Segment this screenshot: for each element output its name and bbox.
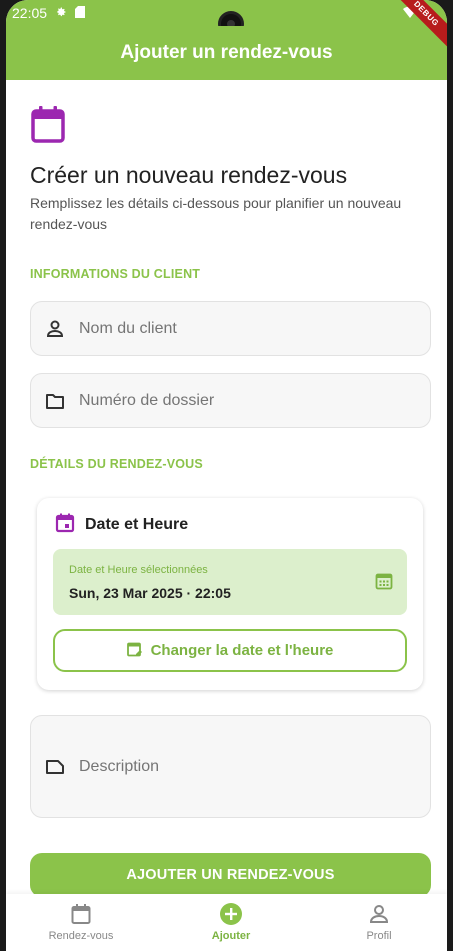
bottom-navigation: Rendez-vous Ajouter Profil — [6, 894, 447, 951]
settings-status-icon — [55, 6, 67, 21]
selected-datetime-label: Date et Heure sélectionnées — [69, 564, 208, 576]
nav-label-profile: Profil — [366, 930, 392, 942]
app-bar-title: Ajouter un rendez-vous — [120, 42, 333, 63]
nav-item-profile[interactable]: Profil — [319, 902, 439, 942]
phone-screen: 22:05 DEBUG Ajouter un rendez-vous Créer… — [6, 0, 447, 951]
description-field[interactable] — [30, 715, 431, 818]
event-icon — [55, 513, 75, 538]
status-time: 22:05 — [12, 5, 48, 21]
datetime-card: Date et Heure Date et Heure sélectionnée… — [37, 498, 423, 690]
calendar-icon — [21, 902, 141, 926]
folder-icon — [45, 391, 65, 411]
selected-datetime-value: Sun, 23 Mar 2025 · 22:05 — [69, 585, 231, 601]
calendar-grid-icon — [375, 572, 393, 595]
datetime-card-title: Date et Heure — [85, 516, 189, 533]
page-subtitle: Remplissez les détails ci-dessous pour p… — [30, 195, 402, 232]
change-datetime-label: Changer la date et l'heure — [150, 642, 334, 659]
form-content: Créer un nouveau rendez-vous Remplissez … — [6, 80, 447, 897]
client-section-label: INFORMATIONS DU CLIENT — [30, 267, 201, 281]
file-number-field[interactable] — [30, 373, 431, 428]
nav-item-appointments[interactable]: Rendez-vous — [21, 902, 141, 942]
person-icon — [45, 319, 65, 339]
description-input[interactable] — [79, 757, 379, 776]
change-datetime-button[interactable]: Changer la date et l'heure — [53, 629, 407, 672]
client-name-input[interactable] — [79, 319, 379, 338]
add-circle-icon — [171, 902, 291, 926]
sd-card-status-icon — [75, 5, 86, 21]
app-bar: Ajouter un rendez-vous — [6, 26, 447, 80]
nav-label-appointments: Rendez-vous — [48, 930, 114, 942]
label-icon — [45, 757, 65, 777]
calendar-icon — [30, 104, 66, 144]
selected-datetime-box: Date et Heure sélectionnées Sun, 23 Mar … — [53, 549, 407, 615]
person-icon — [319, 902, 439, 926]
client-name-field[interactable] — [30, 301, 431, 356]
edit-calendar-icon — [126, 641, 143, 661]
nav-label-add: Ajouter — [211, 930, 251, 942]
file-number-input[interactable] — [79, 391, 379, 410]
nav-item-add[interactable]: Ajouter — [171, 902, 291, 942]
page-title: Créer un nouveau rendez-vous — [30, 162, 348, 188]
details-section-label: DÉTAILS DU RENDEZ-VOUS — [30, 457, 203, 471]
add-appointment-button[interactable]: AJOUTER UN RENDEZ-VOUS — [30, 853, 431, 897]
